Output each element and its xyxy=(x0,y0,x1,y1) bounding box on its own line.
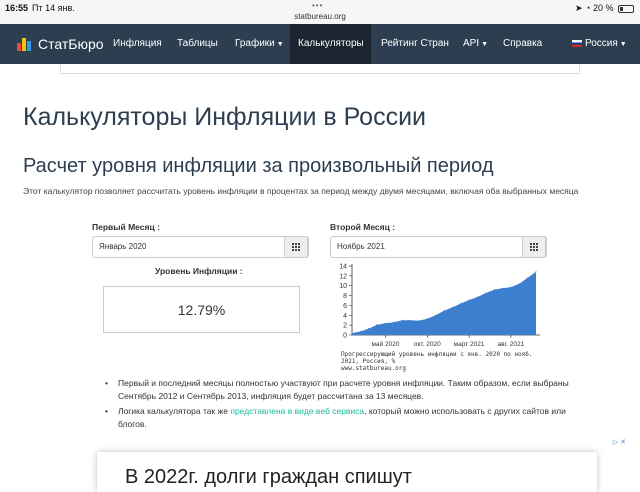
data-point xyxy=(493,289,495,291)
data-point xyxy=(535,271,537,273)
page-title: Калькуляторы Инфляции в России xyxy=(23,103,427,131)
first-month-label: Первый Месяц : xyxy=(92,222,160,232)
y-tick-label: 6 xyxy=(343,303,347,310)
data-point xyxy=(443,310,445,312)
status-indicators: ➤ ◔ 20 % xyxy=(575,3,634,14)
data-point xyxy=(418,320,420,322)
second-month-value: Ноябрь 2021 xyxy=(337,242,385,251)
data-point xyxy=(384,322,387,324)
y-tick-label: 12 xyxy=(339,273,347,280)
data-point xyxy=(518,283,520,285)
nav-country-rating[interactable]: Рейтинг Стран xyxy=(381,24,449,64)
data-point xyxy=(351,332,353,334)
caret-down-icon: ▼ xyxy=(619,41,627,48)
caret-down-icon: ▼ xyxy=(276,41,284,48)
russia-flag-icon xyxy=(572,39,582,47)
data-point xyxy=(501,287,504,289)
chart-caption: Прогрессирующий уровень инфляции с янв. … xyxy=(341,351,532,372)
section-title: Расчет уровня инфляции за произвольный п… xyxy=(23,155,494,177)
data-point xyxy=(485,292,487,294)
nav-api[interactable]: API ▼ xyxy=(463,24,488,64)
data-point xyxy=(401,319,403,321)
data-point xyxy=(376,324,378,326)
list-item: Первый и последний месяцы полностью учас… xyxy=(103,377,573,402)
y-tick-label: 4 xyxy=(343,313,347,320)
data-point xyxy=(393,321,395,323)
nav-inflation[interactable]: Инфляция xyxy=(113,24,162,64)
section-description: Этот калькулятор позволяет рассчитать ур… xyxy=(23,186,579,196)
data-point xyxy=(426,318,428,320)
result-box: 12.79% xyxy=(103,286,300,333)
first-month-value: Январь 2020 xyxy=(99,242,147,251)
nav-language[interactable]: Россия ▼ xyxy=(572,24,627,64)
y-tick-label: 0 xyxy=(343,333,347,340)
logo-icon xyxy=(16,35,34,53)
caret-down-icon: ▼ xyxy=(481,41,489,48)
second-month-picker-button[interactable] xyxy=(522,236,546,258)
nav-calculators[interactable]: Калькуляторы xyxy=(290,24,371,64)
ad-banner[interactable]: В 2022г. долги граждан спишут xyxy=(97,452,597,492)
brand-name: СтатБюро xyxy=(38,36,104,52)
tab-dots-icon[interactable]: ••• xyxy=(312,1,323,10)
y-tick-label: 8 xyxy=(343,293,347,300)
data-point xyxy=(435,314,437,316)
result-value: 12.79% xyxy=(177,301,226,318)
nav-charts[interactable]: Графики ▼ xyxy=(235,24,284,64)
x-tick-label: окт. 2020 xyxy=(414,341,441,348)
data-point xyxy=(476,296,479,298)
address-bar[interactable]: statbureau.org xyxy=(0,12,640,21)
data-point xyxy=(527,277,529,279)
nav-help[interactable]: Справка xyxy=(503,24,542,64)
navbar: СтатБюро Инфляция Таблицы Графики ▼ Кальк… xyxy=(0,24,640,64)
y-tick-label: 14 xyxy=(339,264,347,271)
data-point xyxy=(510,286,512,288)
data-point xyxy=(368,328,370,330)
location-icon: ➤ xyxy=(574,3,583,13)
battery-percent: 20 % xyxy=(592,3,614,13)
inflation-area xyxy=(352,271,536,335)
data-point xyxy=(409,319,412,321)
data-point xyxy=(359,330,361,333)
data-point xyxy=(468,299,470,301)
chart-caption-line: Прогрессирующий уровень инфляции с янв. … xyxy=(341,351,533,358)
brand-link[interactable]: СтатБюро xyxy=(16,35,104,53)
chart-caption-line: 2021, Россия, % xyxy=(341,358,396,365)
result-label: Уровень Инфляции : xyxy=(155,266,243,276)
top-ad-strip xyxy=(60,64,580,74)
y-tick-label: 10 xyxy=(339,283,347,290)
first-month-picker-button[interactable] xyxy=(284,236,308,258)
chart-caption-line: www.statbureau.org xyxy=(341,365,407,372)
calendar-grid-icon xyxy=(529,242,539,252)
ad-choices-icons[interactable]: ▷ ✕ xyxy=(613,438,626,446)
nav-tables[interactable]: Таблицы xyxy=(177,24,218,64)
wifi-icon: ◔ xyxy=(585,3,591,13)
status-bar: 16:55 Пт 14 янв. ••• statbureau.org ➤ ◔ … xyxy=(0,0,640,24)
x-tick-label: май 2020 xyxy=(371,340,399,348)
x-tick-label: авг. 2021 xyxy=(498,341,525,348)
list-item: Логика калькулятора так же представлена … xyxy=(103,405,573,430)
ad-text: В 2022г. долги граждан спишут xyxy=(125,466,412,488)
calendar-grid-icon xyxy=(291,242,301,252)
second-month-label: Второй Месяц : xyxy=(330,222,396,232)
notes-list: Первый и последний месяцы полностью учас… xyxy=(103,377,573,433)
second-month-field[interactable]: Ноябрь 2021 xyxy=(330,236,547,258)
battery-icon xyxy=(618,4,634,13)
first-month-field[interactable]: Январь 2020 xyxy=(92,236,309,258)
x-tick-label: март 2021 xyxy=(454,341,485,348)
y-tick-label: 2 xyxy=(343,323,347,330)
web-service-link[interactable]: представлена в виде веб сервиса xyxy=(230,406,364,416)
data-point xyxy=(460,302,462,305)
data-point xyxy=(451,306,453,308)
